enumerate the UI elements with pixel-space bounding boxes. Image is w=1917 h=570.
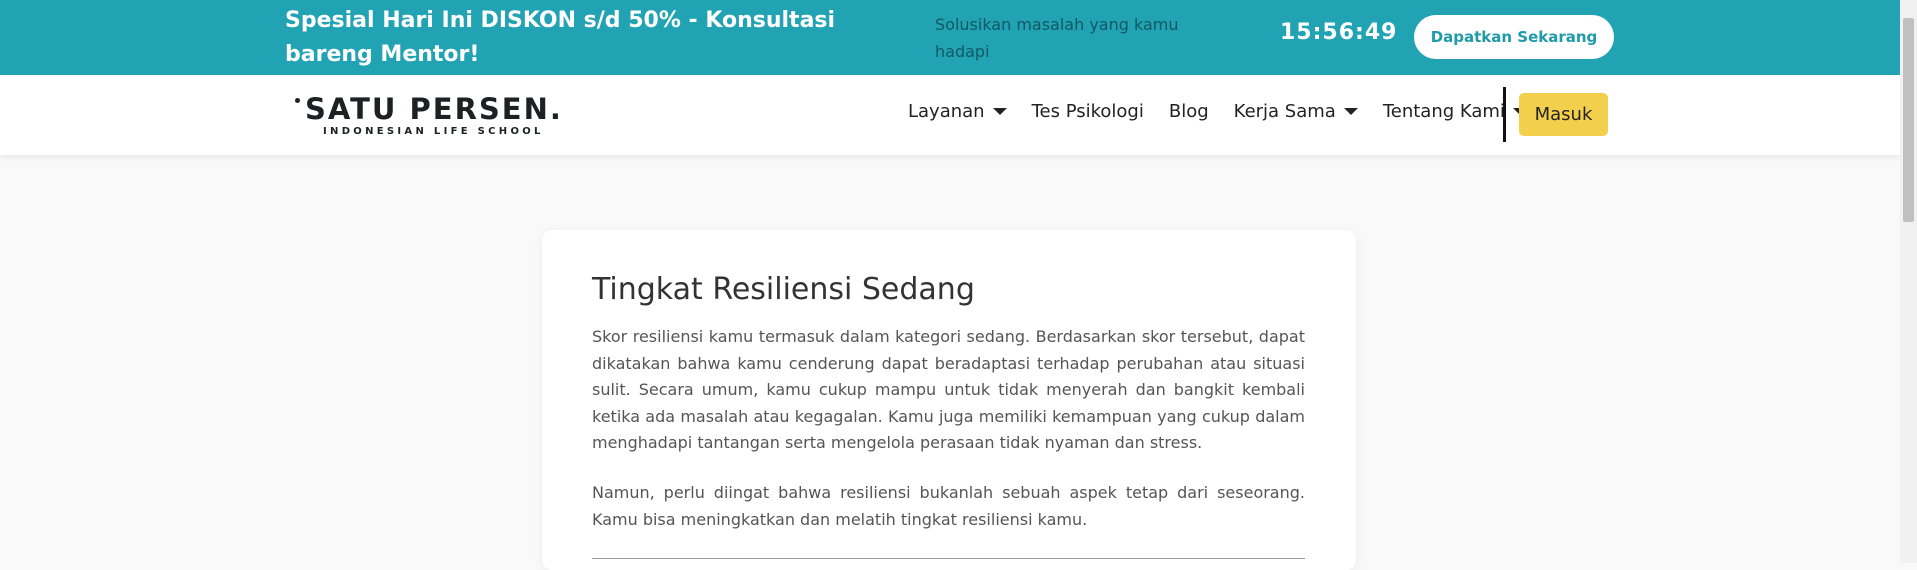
result-paragraph: Skor resiliensi kamu termasuk dalam kate… [592,327,1305,452]
promo-title: Spesial Hari Ini DISKON s/d 50% - Konsul… [285,8,836,67]
navbar: SATU PERSEN. INDONESIAN LIFE SCHOOL Laya… [0,75,1900,155]
caret-down-icon [1343,108,1358,115]
login-button[interactable]: Masuk [1519,93,1608,136]
get-now-button[interactable]: Dapatkan Sekarang [1414,15,1614,59]
scrollbar[interactable] [1900,0,1917,563]
nav-item-layanan[interactable]: Layanan [908,101,1007,122]
logo-tagline: INDONESIAN LIFE SCHOOL [323,126,544,137]
nav-item-label: Tentang Kami [1382,101,1505,122]
nav-item-label: Tes Psikologi [1031,101,1144,122]
result-title: Tingkat Resiliensi Sedang [592,272,975,307]
promo-banner: Spesial Hari Ini DISKON s/d 50% - Konsul… [0,0,1900,75]
scrollbar-thumb[interactable] [1903,18,1914,222]
divider [592,558,1305,559]
nav-item-kerja-sama[interactable]: Kerja Sama [1234,101,1358,122]
nav-item-label: Layanan [908,101,985,122]
caret-down-icon [992,108,1007,115]
result-card: Tingkat Resiliensi Sedang Skor resiliens… [542,230,1356,570]
nav-item-label: Blog [1168,101,1209,122]
countdown-timer: 15:56:49 [1280,20,1398,45]
promo-subtitle: Solusikan masalah yang kamu hadapi [935,15,1179,61]
nav-item-label: Kerja Sama [1233,101,1336,122]
logo-wordmark: SATU PERSEN. [305,92,563,126]
nav-item-tes-psikologi[interactable]: Tes Psikologi [1032,101,1144,122]
logo[interactable]: SATU PERSEN. INDONESIAN LIFE SCHOOL [293,92,563,138]
logo-dot-icon [295,98,300,103]
nav-menu: Layanan Tes Psikologi Blog Kerja Sama Te… [908,101,1527,122]
nav-item-blog[interactable]: Blog [1169,101,1209,122]
nav-divider [1503,87,1506,142]
result-paragraph: Namun, perlu diingat bahwa resiliensi bu… [592,483,1305,529]
